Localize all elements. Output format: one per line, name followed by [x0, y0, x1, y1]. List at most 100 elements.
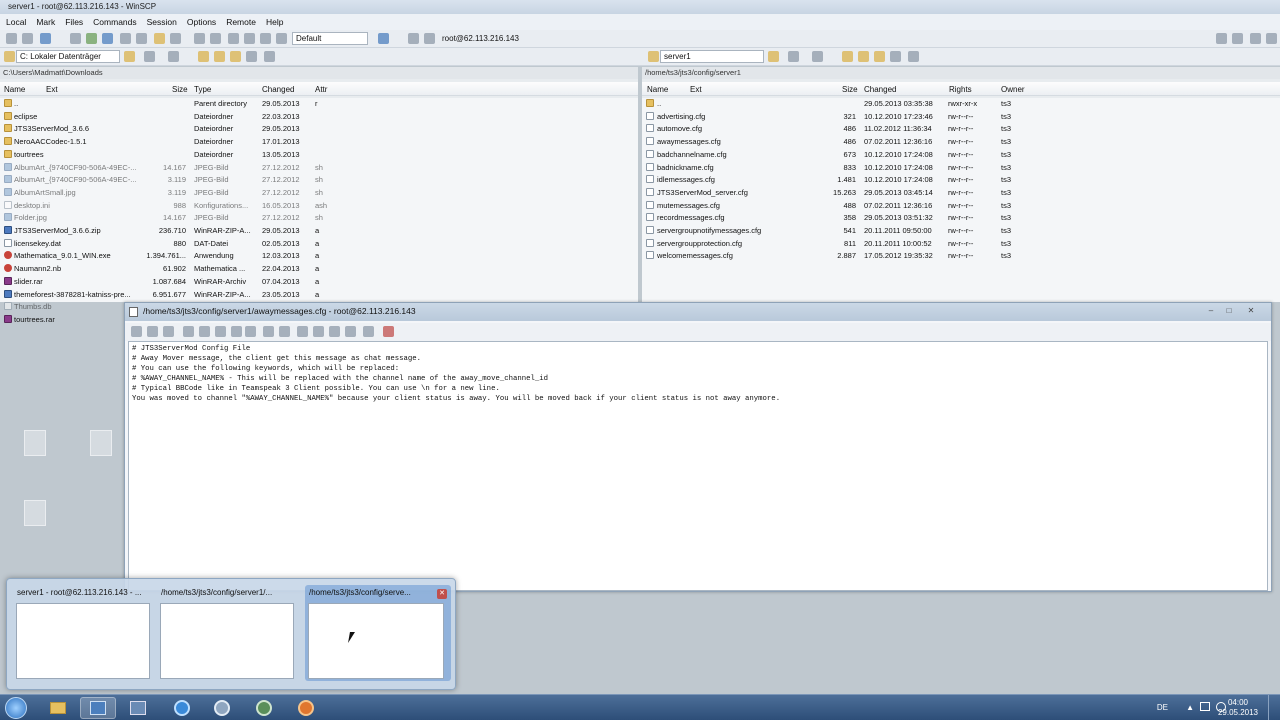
menu-commands[interactable]: Commands — [91, 16, 138, 28]
menu-local[interactable]: Local — [4, 16, 28, 28]
close-icon[interactable]: ✕ — [437, 589, 447, 599]
network-tray-icon[interactable] — [1200, 702, 1210, 711]
col-rights[interactable]: Rights — [949, 85, 972, 94]
local-tree-icon[interactable] — [264, 51, 275, 62]
file-row[interactable]: tourtrees Dateiordner 13.05.2013 — [0, 149, 638, 162]
transfer-icon[interactable] — [210, 33, 221, 44]
menu-session[interactable]: Session — [145, 16, 179, 28]
editor-text-area[interactable]: # JTS3ServerMod Config File # Away Mover … — [128, 341, 1268, 591]
system-clock[interactable]: 04:00 29.05.2013 — [1218, 698, 1258, 718]
file-row[interactable]: AlbumArt_{9740CF90-506A-49EC-... 3.119 JPE… — [0, 174, 638, 187]
col-name[interactable]: Name — [647, 85, 668, 94]
preferences-icon[interactable] — [170, 33, 181, 44]
encoding-icon[interactable] — [383, 326, 394, 337]
transfer-profile-select[interactable]: Default — [292, 32, 368, 45]
file-row[interactable]: badchannelname.cfg 673 10.12.2010 17:24:08… — [642, 149, 1280, 162]
file-row[interactable]: Mathematica_9.0.1_WIN.exe 1.394.761... Anw… — [0, 250, 638, 263]
col-owner[interactable]: Owner — [1001, 85, 1025, 94]
editor-title-bar[interactable]: /home/ts3/jts3/config/server1/awaymessag… — [125, 303, 1271, 321]
panel-icon[interactable] — [1250, 33, 1261, 44]
file-row[interactable]: recordmessages.cfg 358 29.05.2013 03:51:32… — [642, 212, 1280, 225]
show-desktop-button[interactable] — [1268, 695, 1280, 720]
remote-refresh-icon[interactable] — [890, 51, 901, 62]
file-row[interactable]: servergroupnotifymessages.cfg 541 20.11.20… — [642, 225, 1280, 238]
file-row[interactable]: awaymessages.cfg 486 07.02.2011 12:36:16 rw… — [642, 136, 1280, 149]
compare-icon[interactable] — [194, 33, 205, 44]
options-icon[interactable] — [260, 33, 271, 44]
toolbar-dropdown-icon[interactable] — [1216, 33, 1227, 44]
remote-forward-icon[interactable] — [812, 51, 823, 62]
file-row[interactable]: .. Parent directory 29.05.2013 r — [0, 98, 638, 111]
maximize-icon[interactable]: □ — [1221, 305, 1237, 316]
file-row[interactable]: JTS3ServerMod_3.6.6 Dateiordner 29.05.2013 — [0, 123, 638, 136]
settings-icon[interactable] — [363, 326, 374, 337]
file-row[interactable]: licensekey.dat 880 DAT-Datei 02.05.2013 a — [0, 238, 638, 251]
local-refresh-icon[interactable] — [246, 51, 257, 62]
save-as-icon[interactable] — [147, 326, 158, 337]
parent-dir-icon[interactable] — [198, 51, 209, 62]
refresh-icon[interactable] — [102, 33, 113, 44]
col-attr[interactable]: Attr — [315, 85, 327, 94]
menu-remote[interactable]: Remote — [224, 16, 258, 28]
layout-icon[interactable] — [1232, 33, 1243, 44]
file-row[interactable]: mutemessages.cfg 488 07.02.2011 12:36:16 rw… — [642, 200, 1280, 213]
preview-editor-2[interactable]: /home/ts3/jts3/config/serve... ✕ — [305, 585, 451, 681]
close-icon[interactable]: ✕ — [1243, 305, 1259, 316]
save-icon[interactable] — [131, 326, 142, 337]
file-row[interactable]: slider.rar 1.087.684 WinRAR-Archiv 07.04.20… — [0, 276, 638, 289]
synchronize-icon[interactable] — [86, 33, 97, 44]
start-icon[interactable] — [5, 697, 27, 719]
preview-winscp[interactable]: server1 - root@62.113.216.143 - ... — [13, 585, 153, 681]
local-browser-icon[interactable] — [6, 33, 17, 44]
file-row[interactable]: Folder.jpg 14.167 JPEG-Bild 27.12.2012 sh — [0, 212, 638, 225]
file-row[interactable]: badnickname.cfg 833 10.12.2010 17:24:08 rw-… — [642, 162, 1280, 175]
file-row[interactable]: Naumann2.nb 61.902 Mathematica ... 22.04.20… — [0, 263, 638, 276]
find-text-icon[interactable] — [297, 326, 308, 337]
col-ext[interactable]: Ext — [690, 85, 702, 94]
queue-icon[interactable] — [70, 33, 81, 44]
language-indicator[interactable]: DE — [1157, 703, 1168, 712]
taskbar-firefox[interactable] — [288, 697, 324, 719]
edit-icon[interactable] — [136, 33, 147, 44]
paste-icon[interactable] — [215, 326, 226, 337]
sort-icon[interactable] — [244, 33, 255, 44]
reload-icon[interactable] — [163, 326, 174, 337]
filter-icon[interactable] — [228, 33, 239, 44]
file-row[interactable]: servergroupprotection.cfg 811 20.11.2011 1… — [642, 238, 1280, 251]
menu-options[interactable]: Options — [185, 16, 218, 28]
terminal-icon[interactable] — [40, 33, 51, 44]
file-row[interactable]: idlemessages.cfg 1.481 10.12.2010 17:24:08… — [642, 174, 1280, 187]
file-row[interactable]: AlbumArtSmall.jpg 3.119 JPEG-Bild 27.12.201… — [0, 187, 638, 200]
remote-folder-select[interactable]: server1 — [660, 50, 764, 63]
menu-help[interactable]: Help — [264, 16, 285, 28]
delete-icon[interactable] — [231, 326, 242, 337]
file-row[interactable]: .. 29.05.2013 03:35:38 rwxr-xr-x ts3 — [642, 98, 1280, 111]
file-row[interactable]: JTS3ServerMod_3.6.6.zip 236.710 WinRAR-ZIP… — [0, 225, 638, 238]
local-path[interactable]: C:\Users\Madmatt\Downloads — [0, 67, 638, 79]
minimize-icon[interactable]: – — [1203, 305, 1219, 316]
taskbar-ie[interactable] — [164, 697, 200, 719]
menu-files[interactable]: Files — [63, 16, 85, 28]
undo-icon[interactable] — [263, 326, 274, 337]
taskbar-app[interactable] — [246, 697, 282, 719]
col-size[interactable]: Size — [842, 85, 858, 94]
tray-arrow-icon[interactable]: ▲ — [1186, 703, 1194, 712]
session-icon[interactable] — [424, 33, 435, 44]
taskbar-winscp[interactable] — [80, 697, 116, 719]
copy-icon[interactable] — [183, 326, 194, 337]
remote-tree-icon[interactable] — [908, 51, 919, 62]
globe-icon[interactable] — [378, 33, 389, 44]
col-size[interactable]: Size — [172, 85, 188, 94]
file-row[interactable]: themeforest-3878281-katniss-pre... 6.951.… — [0, 289, 638, 302]
col-changed[interactable]: Changed — [864, 85, 896, 94]
taskbar-explorer[interactable] — [40, 697, 76, 719]
taskbar-network[interactable] — [120, 697, 156, 719]
redo-icon[interactable] — [279, 326, 290, 337]
remote-home-icon[interactable] — [874, 51, 885, 62]
back-icon[interactable] — [144, 51, 155, 62]
disconnect-icon[interactable] — [408, 33, 419, 44]
taskbar-teamspeak[interactable] — [204, 697, 240, 719]
file-row[interactable]: eclipse Dateiordner 22.03.2013 — [0, 111, 638, 124]
file-row[interactable]: automove.cfg 486 11.02.2012 11:36:34 rw-r--… — [642, 123, 1280, 136]
explorer-icon[interactable] — [22, 33, 33, 44]
